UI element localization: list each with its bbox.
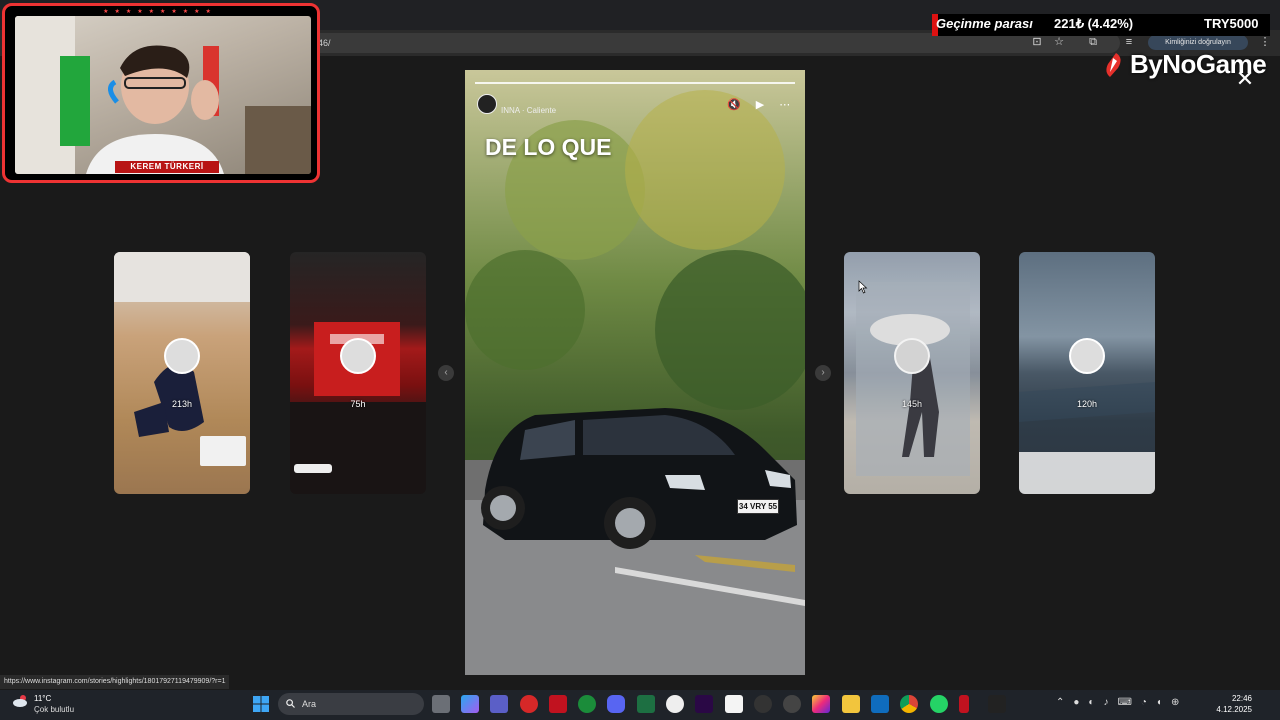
streamer-avatar — [86, 45, 224, 174]
youtube-app-icon[interactable] — [520, 695, 538, 713]
obs-icon[interactable] — [754, 695, 772, 713]
task-view-icon[interactable] — [432, 695, 450, 713]
outlook-icon[interactable] — [871, 695, 889, 713]
webcam-overlay: ★★★★★★★★★★ KEREM TÜRKERİ — [2, 3, 320, 183]
close-icon[interactable]: ✕ — [1234, 68, 1256, 90]
story-card-1[interactable]: 213h — [114, 252, 250, 494]
verify-identity-button[interactable]: Kimliğinizi doğrulayın — [1148, 35, 1248, 50]
ticker-label: Geçinme parası — [936, 16, 1033, 31]
story-card-1-time: 213h — [171, 399, 193, 409]
streamer-name-plate: KEREM TÜRKERİ — [115, 161, 219, 173]
story-card-3-time: 145h — [901, 399, 923, 409]
webcam-feed — [15, 16, 311, 174]
xbox-icon[interactable] — [578, 695, 596, 713]
weather-temperature[interactable]: 11°C — [34, 694, 51, 703]
notepad-icon[interactable] — [725, 695, 743, 713]
previous-story-arrow[interactable]: ‹ — [438, 365, 454, 381]
instagram-icon[interactable] — [812, 695, 830, 713]
story-card-4-time: 120h — [1076, 399, 1098, 409]
whatsapp-icon[interactable] — [930, 695, 948, 713]
address-bar[interactable]: 46/ — [300, 33, 1120, 53]
search-icon — [286, 699, 295, 708]
bookmark-star-icon[interactable]: ☆ — [1052, 35, 1066, 49]
excel-icon[interactable] — [637, 695, 655, 713]
story-caption: DE LO QUE — [485, 134, 612, 160]
weather-description[interactable]: Çok bulutlu — [34, 705, 74, 714]
story-author-avatar[interactable] — [477, 94, 497, 114]
tray-app-icon[interactable] — [988, 695, 1006, 713]
story-card-4-avatar — [1069, 338, 1105, 374]
teams-icon[interactable] — [490, 695, 508, 713]
story-card-4[interactable]: 120h — [1019, 252, 1155, 494]
weather-cloud-icon[interactable] — [12, 694, 30, 708]
copilot-icon[interactable] — [461, 695, 479, 713]
media-app-icon[interactable] — [666, 695, 684, 713]
clock-time[interactable]: 22:46 — [1226, 694, 1252, 703]
ticker-value: 221₺ (4.42%) — [1054, 16, 1134, 31]
story-card-1-avatar — [164, 338, 200, 374]
premiere-icon[interactable] — [695, 695, 713, 713]
bynogame-logo-icon — [1106, 53, 1121, 77]
ticker-currency: TRY5000 — [1204, 16, 1259, 31]
license-plate: 34 VRY 55 — [737, 499, 779, 514]
webcam-frame-stars: ★★★★★★★★★★ — [103, 9, 217, 15]
browser-menu-icon[interactable]: ⋮ — [1258, 35, 1272, 49]
story-progress-bar — [475, 82, 795, 84]
windows-start-icon[interactable] — [253, 696, 269, 712]
active-story[interactable]: INNA · Caliente 🔇 ▶ ⋯ DE LO QUE 34 VRY 5… — [465, 70, 805, 675]
extensions-icon[interactable]: ⧉ — [1086, 35, 1100, 49]
taskbar-search-input[interactable]: Ara — [278, 693, 424, 715]
discord-icon[interactable] — [607, 695, 625, 713]
install-app-icon[interactable]: ⊡ — [1030, 35, 1044, 49]
file-explorer-icon[interactable] — [842, 695, 860, 713]
system-tray-icons[interactable]: ⌃●◐♪⌨◔◖⊕ — [1056, 697, 1188, 708]
story-card-2-time: 75h — [350, 399, 366, 409]
clock-date[interactable]: 4.12.2025 — [1214, 705, 1252, 714]
story-card-2[interactable]: 75h — [290, 252, 426, 494]
settings-app-icon[interactable] — [783, 695, 801, 713]
status-bar-url: https://www.instagram.com/stories/highli… — [0, 675, 230, 689]
next-story-arrow[interactable]: › — [815, 365, 831, 381]
recording-app-icon[interactable] — [959, 695, 969, 713]
mouse-cursor-icon — [858, 280, 868, 294]
story-card-2-avatar — [340, 338, 376, 374]
streaming-app-icon[interactable] — [549, 695, 567, 713]
story-card-3-avatar — [894, 338, 930, 374]
reading-list-icon[interactable]: ≡ — [1122, 35, 1136, 49]
chrome-icon[interactable] — [900, 695, 918, 713]
story-song-label[interactable]: INNA · Caliente — [501, 106, 556, 115]
story-controls[interactable]: 🔇 ▶ ⋯ — [727, 98, 796, 111]
